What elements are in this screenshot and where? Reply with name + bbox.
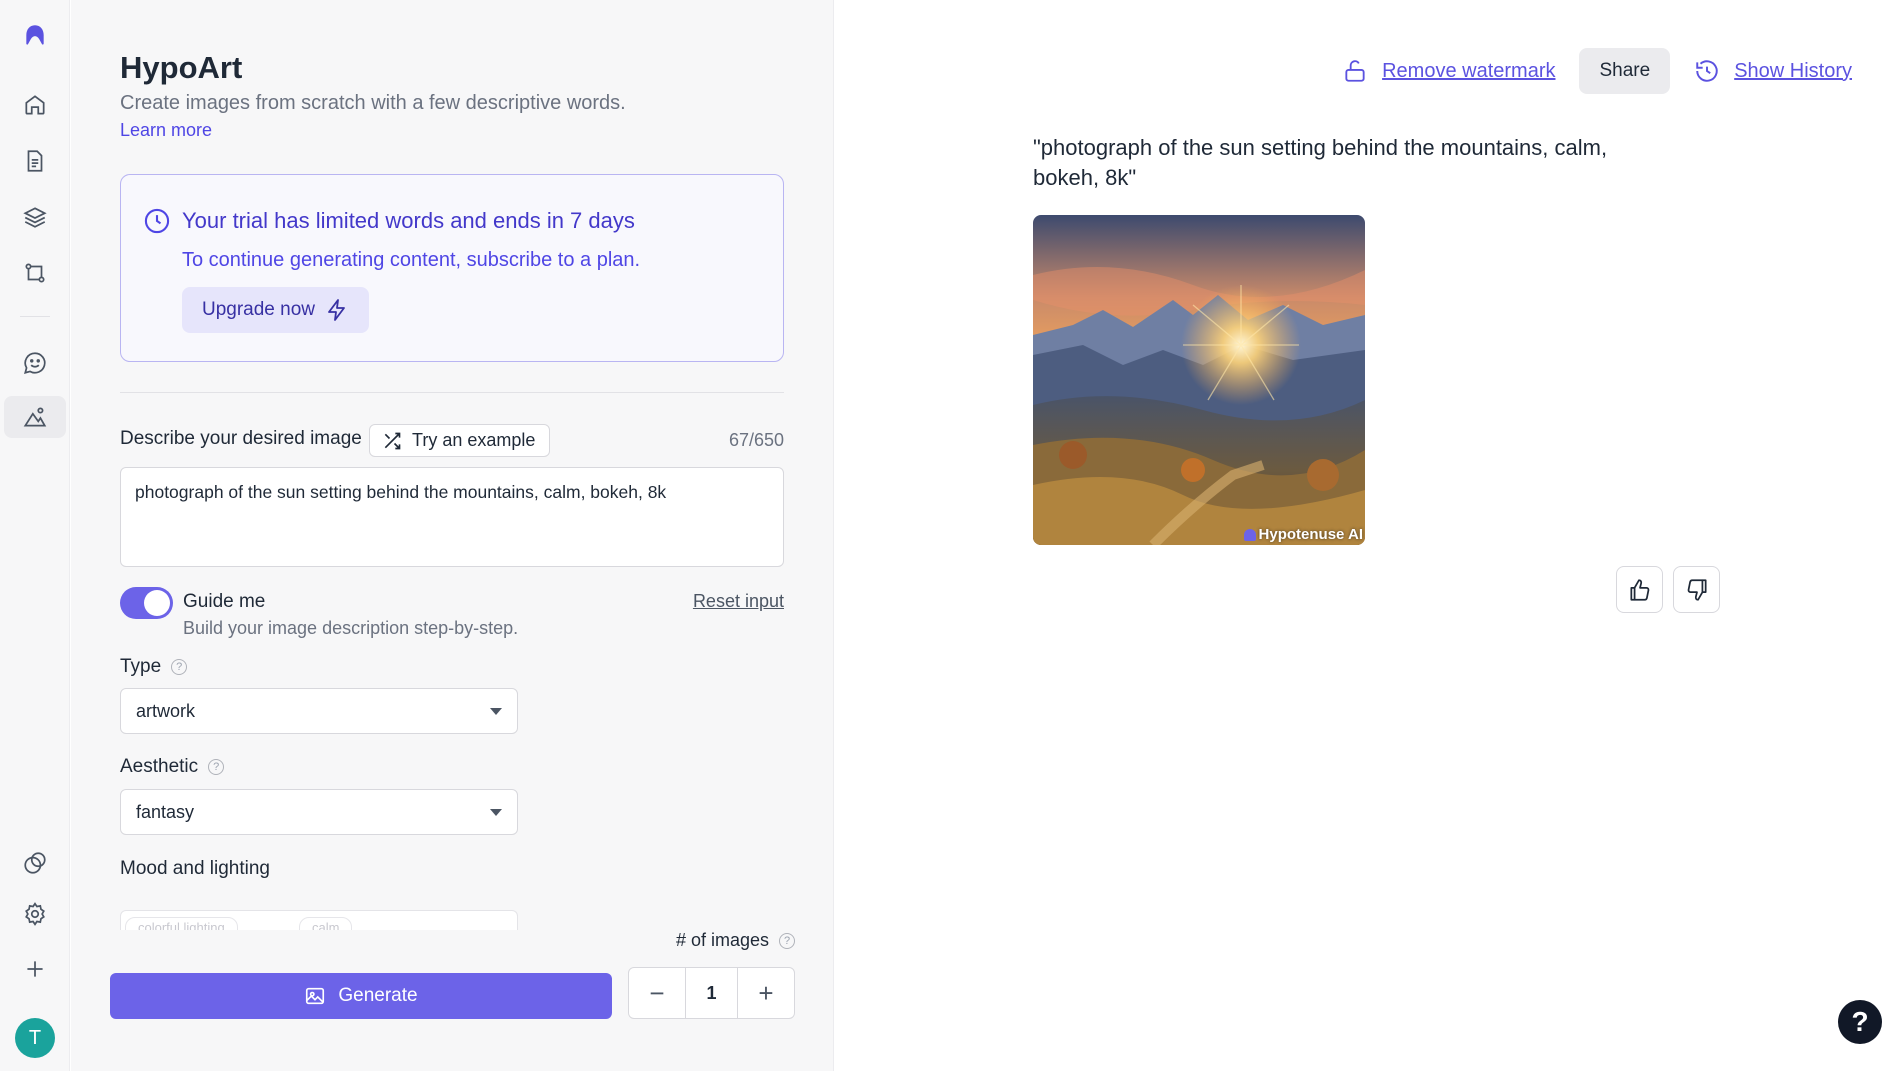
clock-icon — [144, 208, 170, 234]
result-toolbar: Remove watermark Share Show History — [1342, 48, 1852, 94]
chevron-down-icon — [490, 808, 502, 816]
learn-more-link[interactable]: Learn more — [120, 120, 212, 141]
unlock-icon — [1345, 60, 1365, 82]
logo-icon[interactable] — [14, 14, 56, 56]
page-title: HypoArt — [120, 50, 243, 85]
try-example-label: Try an example — [412, 430, 536, 450]
watermark-text: Hypotenuse AI — [1258, 526, 1363, 543]
thumbs-down-button[interactable] — [1673, 566, 1720, 613]
reset-input-link[interactable]: Reset input — [693, 591, 784, 612]
section-divider — [120, 392, 784, 393]
guide-me-title: Guide me — [183, 591, 266, 612]
show-history-link[interactable]: Show History — [1734, 60, 1852, 83]
shuffle-icon — [384, 432, 401, 449]
image-icon[interactable] — [4, 396, 66, 438]
mood-chip[interactable]: colorful lighting — [125, 917, 238, 930]
type-label-row: Type ? — [120, 656, 188, 678]
chat-icon[interactable] — [14, 342, 56, 384]
guide-me-toggle[interactable] — [120, 587, 173, 619]
page-subtitle: Create images from scratch with a few de… — [120, 92, 626, 114]
layers-icon[interactable] — [14, 196, 56, 238]
watermark: Hypotenuse AI — [1243, 526, 1363, 543]
document-icon[interactable] — [14, 140, 56, 182]
quantity-value: 1 — [685, 968, 738, 1018]
brand-icon[interactable] — [14, 842, 56, 884]
avatar[interactable]: T — [15, 1018, 55, 1058]
rail-divider — [20, 316, 50, 317]
chevron-down-icon — [490, 707, 502, 715]
image-icon — [306, 987, 325, 1005]
mood-chip-box[interactable]: colorful lighting calm — [120, 910, 518, 930]
num-images-label: # of images — [676, 930, 770, 950]
thumbs-up-button[interactable] — [1616, 566, 1663, 613]
watermark-logo-icon — [1243, 528, 1256, 541]
mood-chip[interactable]: calm — [299, 917, 353, 930]
describe-label: Describe your desired image — [120, 428, 362, 449]
plus-icon[interactable] — [14, 948, 56, 990]
mood-label-row: Mood and lighting — [120, 858, 270, 880]
aesthetic-value: fantasy — [136, 801, 195, 822]
help-icon[interactable]: ? — [208, 759, 225, 775]
remove-watermark-link[interactable]: Remove watermark — [1382, 60, 1555, 83]
home-icon[interactable] — [14, 84, 56, 126]
upgrade-label: Upgrade now — [201, 299, 316, 320]
generate-label: Generate — [338, 985, 418, 1006]
trial-body: To continue generating content, subscrib… — [182, 249, 641, 271]
generator-panel: HypoArt Create images from scratch with … — [71, 0, 834, 1071]
thumbs-up-icon — [1629, 578, 1649, 601]
workflow-icon[interactable] — [14, 252, 56, 294]
nav-rail: T — [0, 0, 70, 1071]
help-icon[interactable]: ? — [171, 659, 188, 675]
generated-image[interactable]: Hypotenuse AI — [1033, 215, 1365, 545]
aesthetic-label-row: Aesthetic ? — [120, 756, 225, 778]
history-icon — [1696, 60, 1718, 82]
toggle-knob — [144, 590, 170, 616]
result-prompt: "photograph of the sun setting behind th… — [1033, 135, 1608, 190]
increment-button[interactable]: + — [738, 968, 794, 1018]
aesthetic-select[interactable]: fantasy — [120, 789, 518, 835]
quantity-stepper: − 1 + — [628, 967, 795, 1019]
decrement-button[interactable]: − — [629, 968, 685, 1018]
help-button[interactable]: ? — [1838, 1000, 1882, 1044]
type-label: Type — [120, 656, 162, 677]
type-value: artwork — [136, 700, 196, 721]
trial-banner: Your trial has limited words and ends in… — [120, 174, 784, 362]
help-icon[interactable]: ? — [779, 932, 796, 949]
mood-label: Mood and lighting — [120, 858, 270, 879]
aesthetic-label: Aesthetic — [120, 756, 199, 777]
character-counter: 67/650 — [728, 430, 784, 450]
gear-icon[interactable] — [14, 893, 56, 935]
num-images-label-row: # of images ? — [676, 930, 796, 951]
share-button[interactable]: Share — [1579, 48, 1671, 94]
thumbs-down-icon — [1687, 578, 1707, 601]
trial-heading: Your trial has limited words and ends in… — [182, 208, 635, 233]
guide-me-subtitle: Build your image description step-by-ste… — [183, 618, 519, 638]
generate-button[interactable]: Generate — [110, 973, 612, 1019]
try-example-button[interactable]: Try an example — [369, 424, 551, 457]
upgrade-now-button[interactable]: Upgrade now — [182, 287, 369, 333]
image-description-input[interactable]: photograph of the sun setting behind the… — [120, 467, 784, 567]
lightning-icon — [328, 299, 345, 321]
type-select[interactable]: artwork — [120, 688, 518, 734]
